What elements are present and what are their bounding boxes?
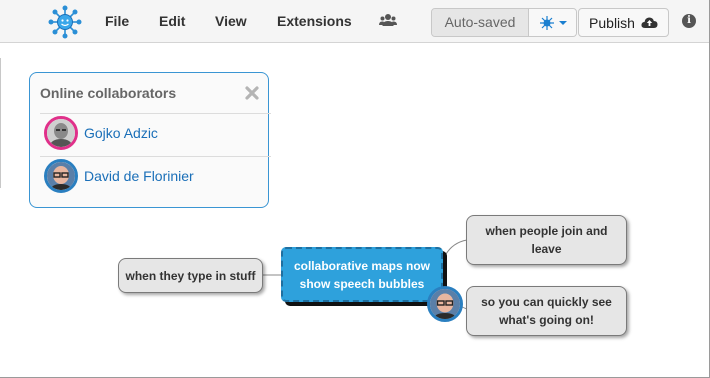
map-node-left[interactable]: when they type in stuff bbox=[118, 258, 263, 293]
app-window: File Edit View Extensions Auto-saved Pub… bbox=[0, 0, 710, 378]
map-node-central[interactable]: collaborative maps now show speech bubbl… bbox=[281, 247, 443, 302]
map-node-right-bottom[interactable]: so you can quickly see what's going on! bbox=[466, 286, 627, 336]
map-node-right-top[interactable]: when people join and leave bbox=[466, 215, 627, 265]
speech-bubble-avatar bbox=[427, 286, 463, 322]
connector-right-top bbox=[442, 239, 468, 261]
